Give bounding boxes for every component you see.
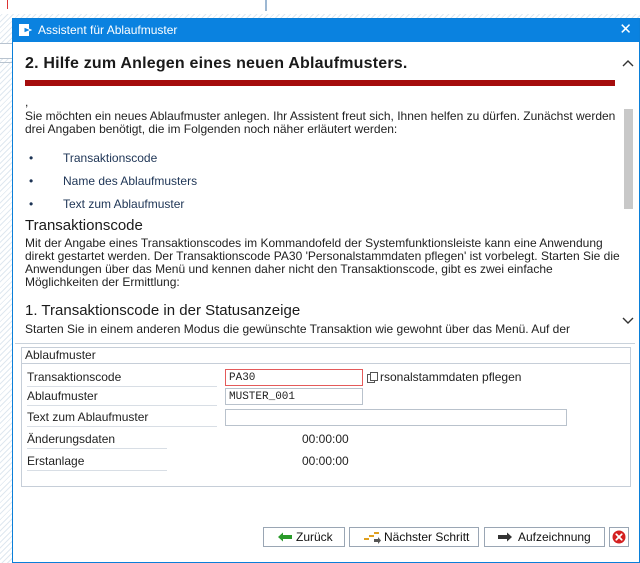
back-button-label: Zurück xyxy=(296,530,333,544)
bullet-text: Name des Ablaufmusters xyxy=(63,174,198,188)
section-heading: Transaktionscode xyxy=(25,217,143,234)
name-label: Ablaufmuster xyxy=(27,388,217,406)
close-icon[interactable]: ✕ xyxy=(619,21,632,39)
cancel-icon xyxy=(612,530,626,544)
text-input[interactable] xyxy=(225,409,567,426)
wizard-icon xyxy=(19,24,32,36)
record-button-label: Aufzeichnung xyxy=(518,530,591,544)
help-text-area[interactable]: 2. Hilfe zum Anlegen eines neuen Ablaufm… xyxy=(15,43,635,343)
background-splitter xyxy=(265,0,267,11)
next-step-button[interactable]: Nächster Schritt xyxy=(349,527,479,547)
created-label: Erstanlage xyxy=(27,453,167,471)
bullet-text: Transaktionscode xyxy=(63,151,158,165)
next-step-button-label: Nächster Schritt xyxy=(384,530,470,544)
tcode-input[interactable]: PA30 xyxy=(225,369,363,386)
group-title: Ablaufmuster xyxy=(25,348,96,362)
help-heading: 2. Hilfe zum Anlegen eines neuen Ablaufm… xyxy=(25,55,408,72)
bullet-text: Text zum Ablaufmuster xyxy=(63,197,185,211)
help-intro: Sie möchten ein neues Ablaufmuster anleg… xyxy=(25,109,616,136)
background-app-toolbar xyxy=(0,0,640,14)
arrow-right-icon xyxy=(498,532,512,542)
tcode-description: rsonalstammdaten pflegen xyxy=(380,370,522,384)
back-button[interactable]: Zurück xyxy=(263,527,345,547)
arrow-left-icon xyxy=(278,532,292,542)
heading-rule xyxy=(25,80,615,86)
section-heading: 1. Transaktionscode in der Statusanzeige xyxy=(25,302,301,319)
bullet-icon: • xyxy=(29,197,34,211)
pane-divider xyxy=(15,343,635,344)
dialog-title-bar: Assistent für Ablaufmuster ✕ xyxy=(13,19,639,42)
section-text: Mit der Angabe eines Transaktionscodes i… xyxy=(25,236,620,289)
name-input[interactable]: MUSTER_001 xyxy=(225,388,363,405)
bullet-icon: • xyxy=(29,174,34,188)
help-comma: , xyxy=(25,95,29,109)
group-title-rule xyxy=(22,363,630,364)
record-button[interactable]: Aufzeichnung xyxy=(484,527,605,547)
wizard-dialog: Assistent für Ablaufmuster ✕ 2. Hilfe zu… xyxy=(12,18,640,563)
tcode-label: Transaktionscode xyxy=(27,369,217,387)
text-label: Text zum Ablaufmuster xyxy=(27,409,217,427)
bullet-icon: • xyxy=(29,151,34,165)
created-value: 00:00:00 xyxy=(302,454,349,468)
help-scrollbar[interactable] xyxy=(621,43,635,343)
cancel-button[interactable] xyxy=(609,527,629,547)
scroll-down-icon[interactable] xyxy=(621,315,635,329)
value-help-icon[interactable] xyxy=(367,372,378,383)
scroll-up-icon[interactable] xyxy=(621,57,635,71)
background-divider xyxy=(0,62,12,63)
changed-label: Änderungsdaten xyxy=(27,431,167,449)
dialog-title: Assistent für Ablaufmuster xyxy=(38,23,178,37)
changed-value: 00:00:00 xyxy=(302,432,349,446)
section-text: Starten Sie in einem anderen Modus die g… xyxy=(25,322,570,336)
ablaufmuster-group: Ablaufmuster Transaktionscode PA30 rsona… xyxy=(21,347,631,487)
background-marker xyxy=(7,0,8,9)
scrollbar-thumb[interactable] xyxy=(624,109,633,209)
next-step-icon xyxy=(364,532,381,544)
